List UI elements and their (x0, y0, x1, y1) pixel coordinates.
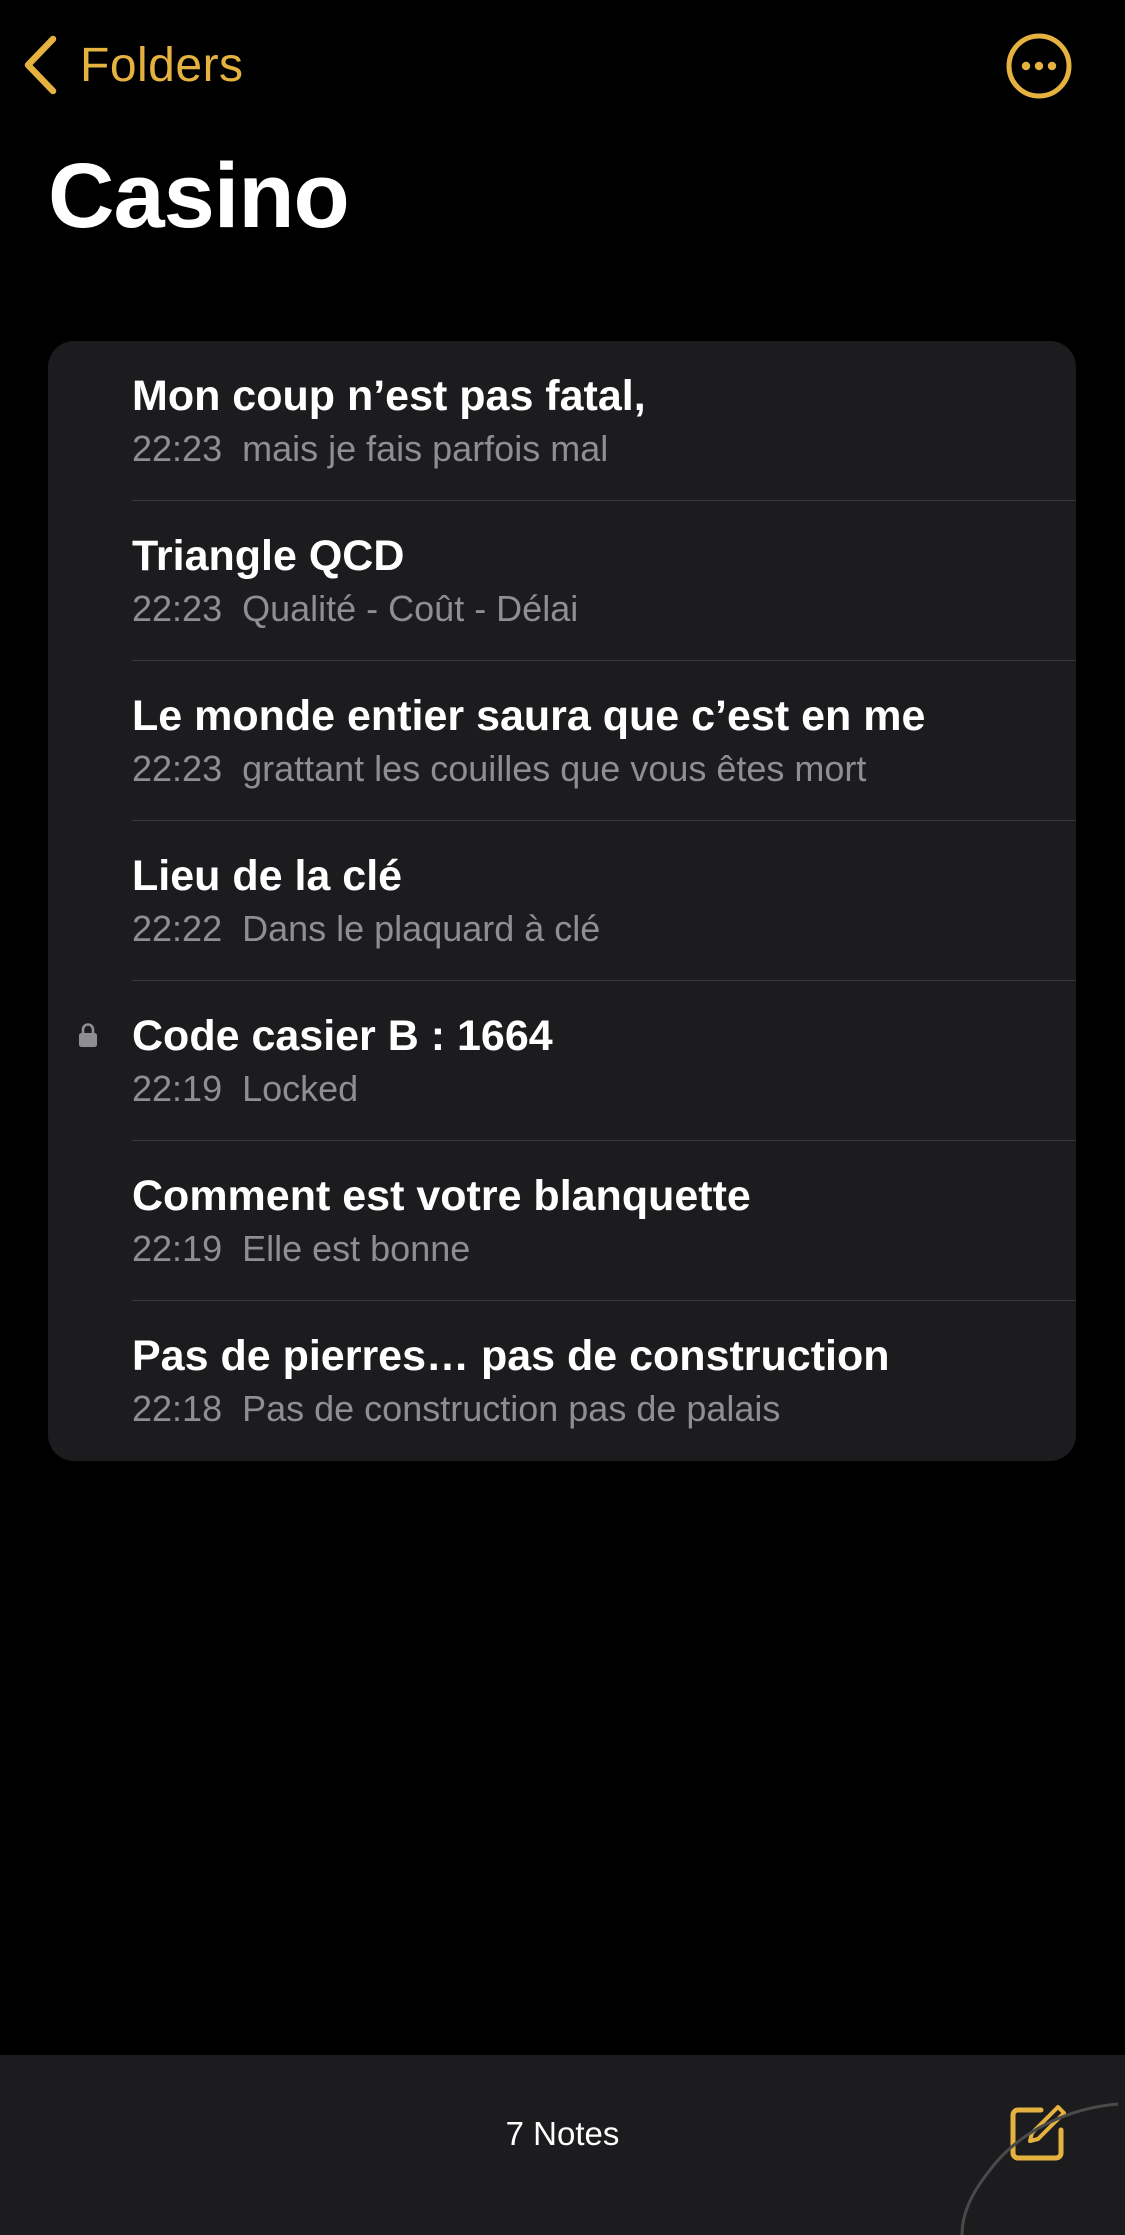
note-subtitle: 22:19 Locked (132, 1069, 358, 1109)
note-time: 22:22 (132, 908, 223, 949)
more-options-button[interactable] (1006, 33, 1072, 99)
note-preview: Qualité - Coût - Délai (242, 588, 579, 629)
note-preview: Elle est bonne (242, 1228, 471, 1269)
back-button-label: Folders (80, 38, 244, 92)
folder-title: Casino (48, 145, 350, 247)
back-to-folders-button[interactable]: Folders (22, 32, 244, 98)
note-row[interactable]: Triangle QCD 22:23 Qualité - Coût - Délai (48, 501, 1076, 661)
note-subtitle: 22:23 grattant les couilles que vous êtes… (132, 749, 866, 789)
note-row[interactable]: Lieu de la clé 22:22 Dans le plaquard à c… (48, 821, 1076, 981)
note-time: 22:23 (132, 428, 223, 469)
note-title: Lieu de la clé (132, 852, 403, 900)
note-row-locked[interactable]: Code casier B : 1664 22:19 Locked (48, 981, 1076, 1141)
note-title: Code casier B : 1664 (132, 1012, 553, 1060)
lock-icon (78, 1022, 98, 1048)
note-preview: mais je fais parfois mal (242, 428, 609, 469)
corner-scribble (940, 2090, 1125, 2235)
note-time: 22:18 (132, 1388, 223, 1429)
notes-list: Mon coup n’est pas fatal, 22:23 mais je f… (48, 341, 1076, 1461)
note-time: 22:19 (132, 1068, 223, 1109)
note-title: Comment est votre blanquette (132, 1172, 751, 1220)
note-time: 22:19 (132, 1228, 223, 1269)
note-preview: Pas de construction pas de palais (242, 1388, 781, 1429)
note-subtitle: 22:23 mais je fais parfois mal (132, 429, 608, 469)
chevron-left-icon (22, 34, 58, 96)
note-row[interactable]: Pas de pierres… pas de construction 22:1… (48, 1301, 1076, 1461)
note-title: Pas de pierres… pas de construction (132, 1332, 890, 1380)
note-preview: Locked (242, 1068, 359, 1109)
note-title: Le monde entier saura que c’est en me (132, 692, 926, 740)
note-title: Triangle QCD (132, 532, 405, 580)
note-subtitle: 22:19 Elle est bonne (132, 1229, 470, 1269)
note-title: Mon coup n’est pas fatal, (132, 372, 646, 420)
note-time: 22:23 (132, 748, 223, 789)
note-preview: grattant les couilles que vous êtes mort (242, 748, 867, 789)
note-preview: Dans le plaquard à clé (242, 908, 601, 949)
note-row[interactable]: Comment est votre blanquette 22:19 Elle e… (48, 1141, 1076, 1301)
note-subtitle: 22:18 Pas de construction pas de palais (132, 1389, 780, 1429)
note-subtitle: 22:23 Qualité - Coût - Délai (132, 589, 578, 629)
note-time: 22:23 (132, 588, 223, 629)
ellipsis-circle-icon (1006, 33, 1072, 99)
note-row[interactable]: Mon coup n’est pas fatal, 22:23 mais je f… (48, 341, 1076, 501)
note-subtitle: 22:22 Dans le plaquard à clé (132, 909, 600, 949)
note-row[interactable]: Le monde entier saura que c’est en me 22… (48, 661, 1076, 821)
